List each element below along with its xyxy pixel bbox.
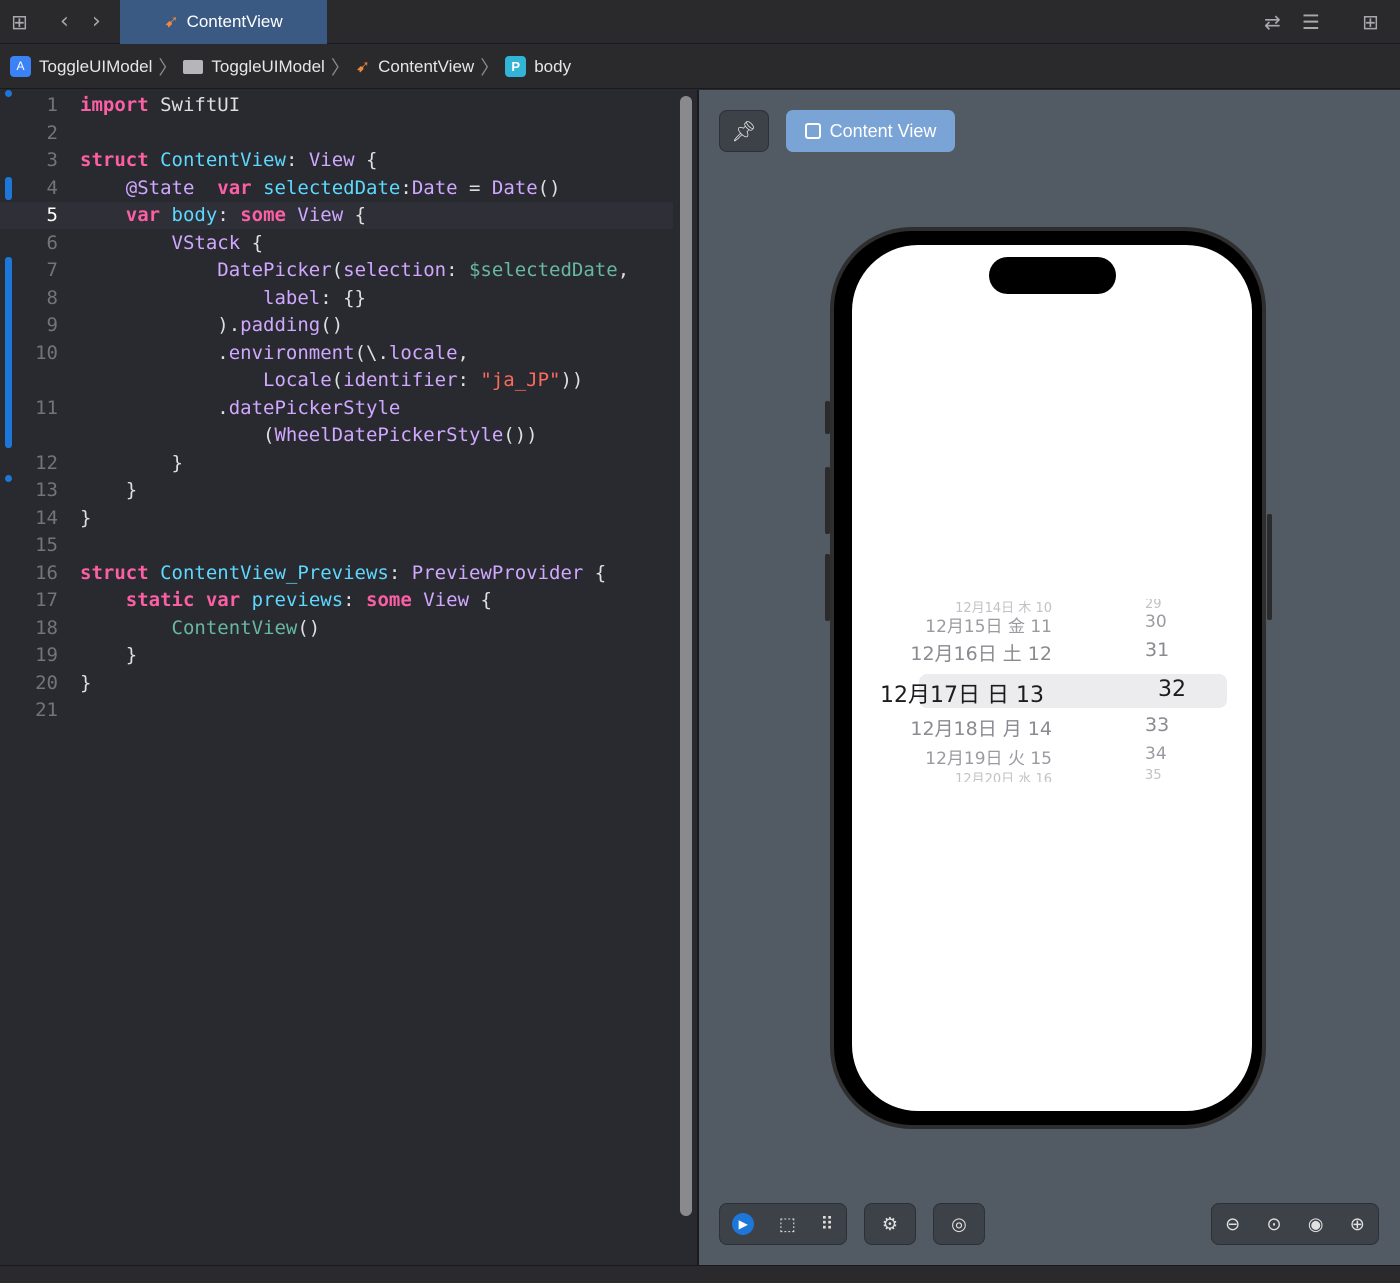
breadcrumb-project-label: ToggleUIModel <box>39 56 153 76</box>
picker-row[interactable]: 12月18日 月 14 33 <box>852 714 1252 740</box>
picker-date: 12月18日 月 14 <box>910 718 1052 740</box>
tab-title: ContentView <box>186 12 283 31</box>
preview-stack-icon <box>804 123 821 139</box>
code-line[interactable]: 10 .environment(\.locale, <box>0 340 673 367</box>
device-settings-icon[interactable]: ⚙ <box>882 1214 898 1235</box>
power-button <box>1267 514 1272 620</box>
code-line[interactable]: 20} <box>0 670 673 697</box>
breadcrumb-symbol-label: body <box>534 56 572 76</box>
code-line[interactable]: 12 } <box>0 450 673 477</box>
picker-row[interactable]: 12月19日 火 15 34 <box>852 744 1252 769</box>
chevron-right-icon: 〉 <box>330 58 350 79</box>
pin-icon: 📌︎ <box>731 121 757 143</box>
zoom-actual-icon[interactable]: ⊙ <box>1266 1214 1281 1235</box>
code-line[interactable]: 2 <box>0 120 673 147</box>
app-project-icon: A <box>10 56 31 77</box>
code-line[interactable]: 21 <box>0 697 673 724</box>
device-frame: 12月14日 木 10 29 12月15日 金 11 30 12月16日 土 1… <box>830 227 1266 1129</box>
code-line[interactable]: 1 import SwiftUI <box>0 92 673 119</box>
breadcrumb-symbol[interactable]: P body <box>505 56 571 77</box>
back-arrow-icon[interactable]: ‹ <box>60 10 69 34</box>
zoom-in-icon[interactable]: ⊕ <box>1350 1214 1365 1235</box>
code-line[interactable]: 11 .datePickerStyle <box>0 395 673 422</box>
content-view-label: Content View <box>829 120 937 141</box>
picker-date: 12月16日 土 12 <box>910 643 1052 665</box>
chevron-right-icon: 〉 <box>158 58 178 79</box>
grid-icon[interactable]: ⊞ <box>11 10 28 34</box>
tab-bar: ⊞ ‹ › ➹ ContentView ⇄ ☰ ⊞ <box>0 0 1400 44</box>
zoom-out-icon[interactable]: ⊖ <box>1225 1214 1240 1235</box>
code-line-current[interactable]: 5 var body: some View { <box>0 202 673 229</box>
picker-date: 12月14日 木 10 <box>955 601 1052 613</box>
picker-minute: 30 <box>1145 612 1167 632</box>
picker-row[interactable]: 12月20日 水 16 35 <box>852 768 1252 782</box>
swift-file-icon: ➹ <box>164 12 179 31</box>
pin-button[interactable]: 📌︎ <box>719 110 769 152</box>
device-icon[interactable]: ◎ <box>951 1214 967 1235</box>
picker-row[interactable]: 12月16日 土 12 31 <box>852 639 1252 665</box>
code-editor[interactable]: 1 import SwiftUI 2 3 struct ContentView: V… <box>0 90 673 1265</box>
code-line[interactable]: 6 VStack { <box>0 230 673 257</box>
picker-minute: 34 <box>1145 744 1167 764</box>
add-editor-icon[interactable]: ⊞ <box>1362 10 1379 34</box>
picker-row-selected[interactable]: 12月17日 日 13 32 <box>852 677 1252 708</box>
code-line[interactable]: 15 <box>0 532 673 559</box>
zoom-controls: ⊖ ⊙ ◉ ⊕ <box>1211 1203 1379 1245</box>
picker-minute: 32 <box>1158 677 1186 702</box>
dynamic-island <box>989 257 1116 294</box>
code-line[interactable]: 16 struct ContentView_Previews: PreviewPr… <box>0 560 673 587</box>
breadcrumb-project[interactable]: A ToggleUIModel <box>10 56 152 77</box>
content-view-button[interactable]: Content View <box>786 110 955 152</box>
breadcrumb-file-label: ContentView <box>378 56 475 76</box>
breadcrumb-file[interactable]: ➹ ContentView <box>356 57 474 77</box>
code-line[interactable]: 8 label: {} <box>0 285 673 312</box>
editor-scrollbar[interactable] <box>680 96 692 1216</box>
date-picker-wheel[interactable]: 12月14日 木 10 29 12月15日 金 11 30 12月16日 土 1… <box>852 595 1252 785</box>
swift-file-icon: ➹ <box>355 56 371 76</box>
select-icon[interactable]: ⬚ <box>779 1214 796 1235</box>
tab-contentview[interactable]: ➹ ContentView <box>120 0 327 44</box>
zoom-fit-icon[interactable]: ◉ <box>1308 1214 1324 1235</box>
code-line[interactable]: 4 @State var selectedDate:Date = Date() <box>0 175 673 202</box>
code-line[interactable]: 7 DatePicker(selection: $selectedDate, <box>0 257 673 284</box>
code-line[interactable]: 13 } <box>0 477 673 504</box>
chevron-right-icon: 〉 <box>480 58 500 79</box>
code-line[interactable]: 19 } <box>0 642 673 669</box>
variants-grid-icon[interactable]: ⠿ <box>821 1214 834 1235</box>
code-line[interactable]: 18 ContentView() <box>0 615 673 642</box>
breadcrumb-group-label: ToggleUIModel <box>211 56 325 76</box>
code-line[interactable]: 17 static var previews: some View { <box>0 587 673 614</box>
device-settings-control: ⚙ <box>864 1203 916 1245</box>
picker-date: 12月19日 火 15 <box>925 749 1052 769</box>
picker-minute: 35 <box>1145 768 1162 782</box>
device-screen: 12月14日 木 10 29 12月15日 金 11 30 12月16日 土 1… <box>852 245 1252 1111</box>
picker-row[interactable]: 12月14日 木 10 29 <box>852 599 1252 613</box>
swap-icon[interactable]: ⇄ <box>1264 10 1281 34</box>
picker-minute: 31 <box>1145 639 1170 661</box>
code-line[interactable]: Locale(identifier: "ja_JP")) <box>0 367 673 394</box>
picker-minute: 33 <box>1145 714 1170 736</box>
inspector-layout-icon[interactable]: ☰ <box>1302 10 1320 34</box>
forward-arrow-icon[interactable]: › <box>92 10 101 34</box>
code-line[interactable]: (WheelDatePickerStyle()) <box>0 422 673 449</box>
picker-date: 12月17日 日 13 <box>880 683 1044 708</box>
breadcrumb-group[interactable]: ToggleUIModel <box>183 56 325 77</box>
property-icon: P <box>505 56 527 77</box>
play-icon[interactable]: ▶ <box>732 1213 755 1235</box>
code-line[interactable]: 3 struct ContentView: View { <box>0 147 673 174</box>
folder-icon <box>183 59 204 74</box>
preview-canvas: 📌︎ Content View 12月14日 木 10 29 12月15日 金 … <box>699 90 1400 1265</box>
picker-date: 12月20日 水 16 <box>955 772 1052 782</box>
device-control: ◎ <box>933 1203 985 1245</box>
picker-date: 12月15日 金 11 <box>925 617 1052 637</box>
code-line[interactable]: 14} <box>0 505 673 532</box>
picker-minute: 29 <box>1145 599 1162 612</box>
preview-mode-controls: ▶ ⬚ ⠿ <box>719 1203 847 1245</box>
picker-row[interactable]: 12月15日 金 11 30 <box>852 612 1252 637</box>
breadcrumb: A ToggleUIModel 〉 ToggleUIModel 〉 ➹ Cont… <box>0 45 1400 89</box>
code-line[interactable]: 9 ).padding() <box>0 312 673 339</box>
status-bar <box>0 1265 1400 1283</box>
